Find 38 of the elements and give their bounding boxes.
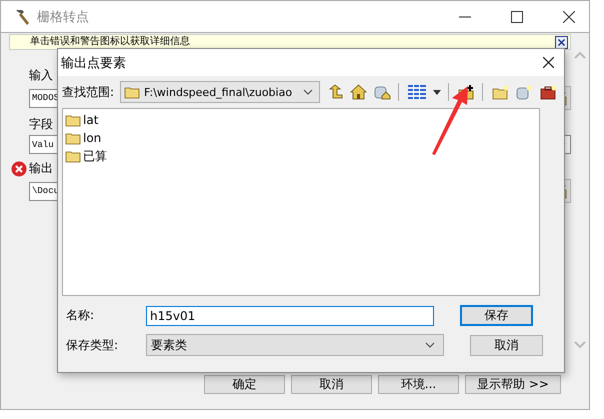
info-text: 单击错误和警告图标以获取详细信息 [30, 36, 190, 48]
home-icon[interactable] [350, 84, 368, 100]
type-label: 保存类型: [66, 336, 120, 354]
name-field[interactable]: h15v01 [146, 306, 434, 326]
close-icon[interactable] [563, 10, 575, 22]
new-folder-icon[interactable] [492, 84, 510, 100]
close-icon[interactable] [543, 57, 554, 68]
folder-icon [65, 150, 81, 162]
look-in-label: 查找范围: [62, 84, 114, 100]
type-dropdown[interactable]: 要素类 [146, 334, 444, 356]
field-label: 字段 [29, 116, 53, 133]
folder-item[interactable]: lat [65, 111, 537, 129]
folder-icon [65, 114, 81, 126]
name-label: 名称: [66, 307, 96, 324]
new-database-icon[interactable] [516, 84, 534, 100]
caret-icon[interactable] [433, 90, 442, 94]
dialog-button[interactable]: 环境... [378, 375, 459, 394]
field-label: 输入 [29, 67, 53, 84]
dialog-button[interactable]: 取消 [291, 375, 372, 394]
maximize-icon[interactable] [511, 10, 523, 22]
folder-item[interactable]: 已算 [65, 147, 537, 165]
field-label: 输出 [29, 160, 53, 177]
window-title: 栅格转点 [37, 8, 89, 26]
dialog-button[interactable]: 显示帮助 >> [465, 375, 561, 394]
close-icon[interactable] [555, 36, 568, 48]
folder-icon [65, 132, 81, 144]
folder-icon [124, 86, 140, 98]
cancel-button[interactable]: 取消 [470, 334, 543, 356]
save-button[interactable]: 保存 [460, 305, 533, 326]
database-home-icon[interactable] [374, 84, 392, 100]
folder-item[interactable]: lon [65, 129, 537, 147]
toolbox-icon[interactable] [540, 84, 558, 100]
error-icon[interactable] [11, 160, 27, 176]
list-view-icon[interactable] [408, 84, 426, 100]
dialog-button[interactable]: 确定 [204, 375, 285, 394]
dialog-title: 输出点要素 [61, 54, 126, 72]
up-arrow-icon[interactable] [327, 84, 344, 100]
look-in-dropdown[interactable]: F:\windspeed_final\zuobiao [120, 81, 320, 103]
